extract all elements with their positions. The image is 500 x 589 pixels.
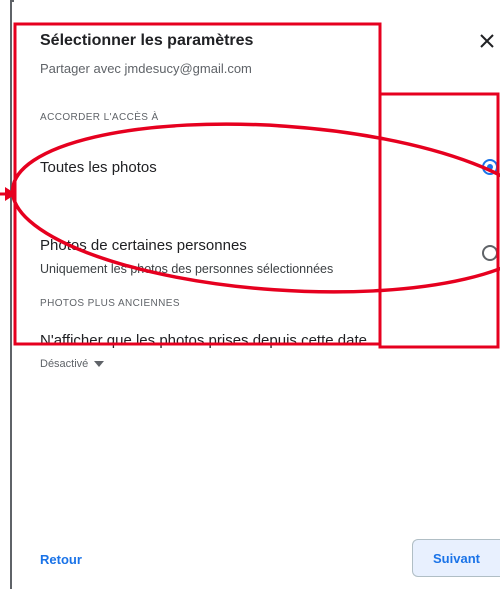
dialog-subtitle: Partager avec jmdesucy@gmail.com [40,61,252,76]
back-button[interactable]: Retour [40,552,82,567]
next-button[interactable]: Suivant [412,539,500,577]
dialog-title: Sélectionner les paramètres [40,32,254,49]
option-some-people-description: Uniquement les photos des personnes séle… [40,262,334,276]
close-button[interactable] [474,28,500,54]
annotation-overlay [0,22,500,349]
window-edge [10,0,12,589]
date-filter-title: N'afficher que les photos prises depuis … [40,332,367,349]
older-photos-section-label: PHOTOS PLUS ANCIENNES [40,298,180,309]
radio-selected-dot [487,164,493,170]
caret-down-icon [94,361,105,367]
date-filter-dropdown[interactable]: Désactivé [40,358,105,370]
radio-some-people[interactable] [482,245,498,261]
annotation-box-right [378,92,500,349]
option-all-photos-label[interactable]: Toutes les photos [40,159,157,176]
access-section-label: ACCORDER L'ACCÈS À [40,112,159,123]
window-edge-tick [10,0,14,2]
close-icon [480,34,494,48]
option-some-people-label[interactable]: Photos de certaines personnes [40,237,247,254]
radio-all-photos[interactable] [482,159,498,175]
date-filter-value: Désactivé [40,358,89,370]
annotation-ellipse [10,122,500,294]
